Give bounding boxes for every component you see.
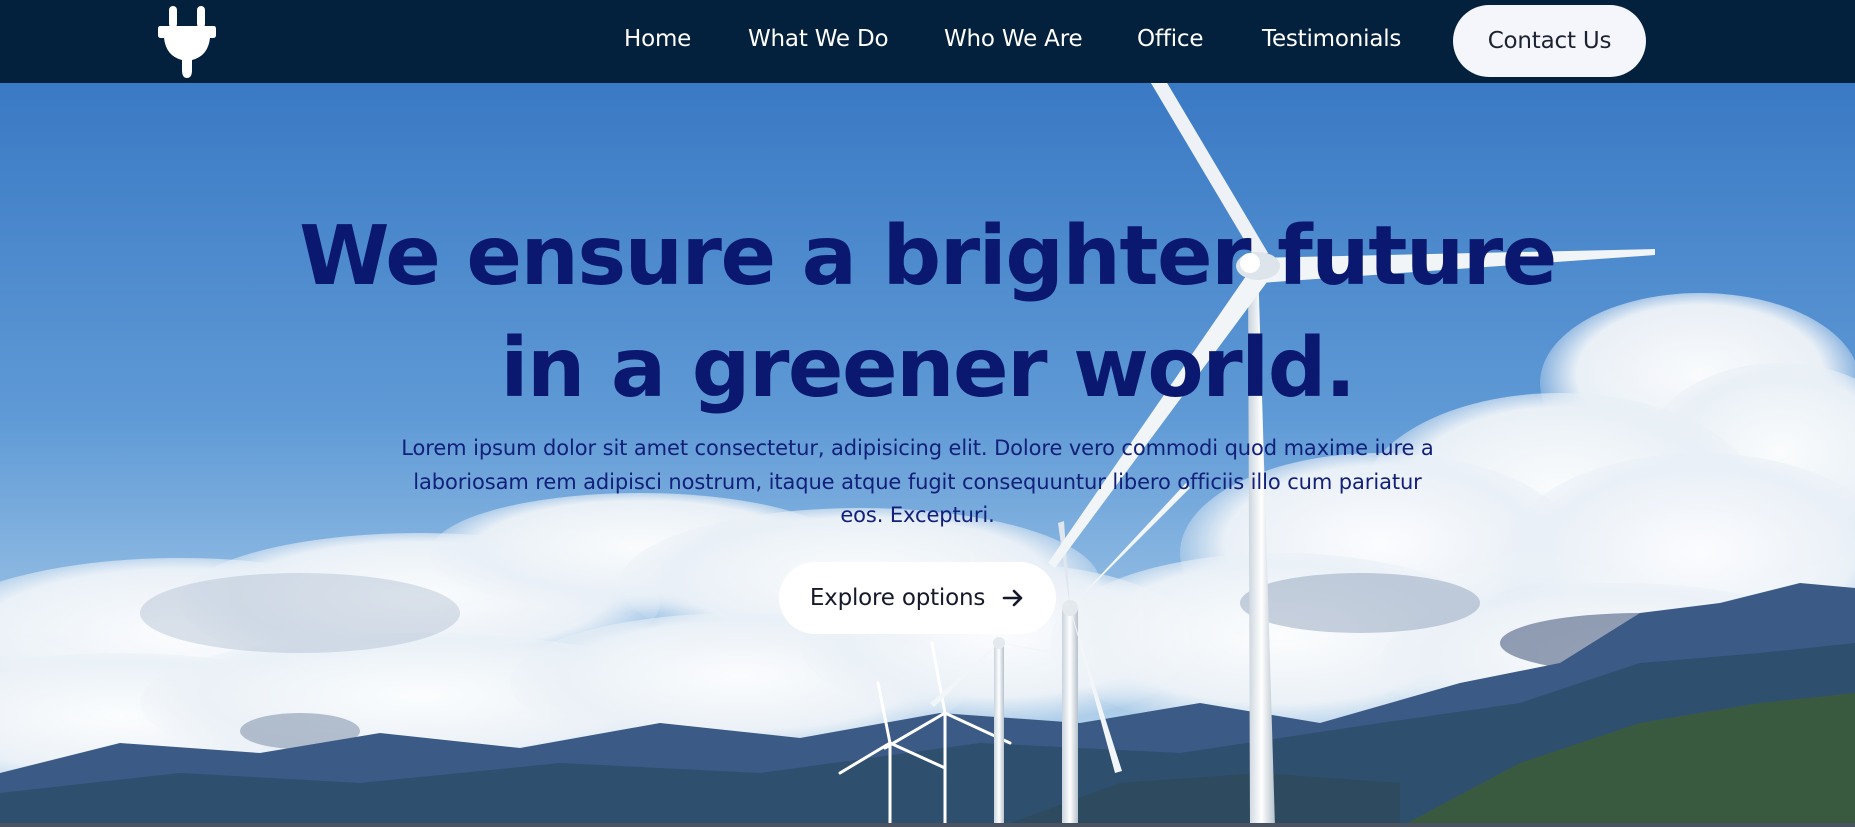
explore-options-button[interactable]: Explore options <box>779 562 1056 634</box>
hero-title-line1: We ensure a brighter future <box>299 209 1557 304</box>
arrow-right-icon <box>1002 589 1023 607</box>
hero-title: We ensure a brighter future in a greener… <box>0 201 1855 425</box>
hero-title-line2: in a greener world. <box>500 321 1356 416</box>
nav-home[interactable]: Home <box>624 26 691 52</box>
nav-testimonials[interactable]: Testimonials <box>1262 26 1401 52</box>
explore-options-label: Explore options <box>809 585 986 611</box>
contact-us-button[interactable]: Contact Us <box>1453 5 1646 77</box>
hero-section: We ensure a brighter future in a greener… <box>0 83 1855 827</box>
page-bottom-divider <box>0 823 1855 827</box>
nav-office[interactable]: Office <box>1137 26 1203 52</box>
hero-description: Lorem ipsum dolor sit amet consectetur, … <box>401 436 1434 527</box>
nav-what-we-do[interactable]: What We Do <box>748 26 889 52</box>
landing-page: Home What We Do Who We Are Office Testim… <box>0 0 1855 827</box>
site-header: Home What We Do Who We Are Office Testim… <box>0 0 1855 83</box>
nav-who-we-are[interactable]: Who We Are <box>944 26 1083 52</box>
